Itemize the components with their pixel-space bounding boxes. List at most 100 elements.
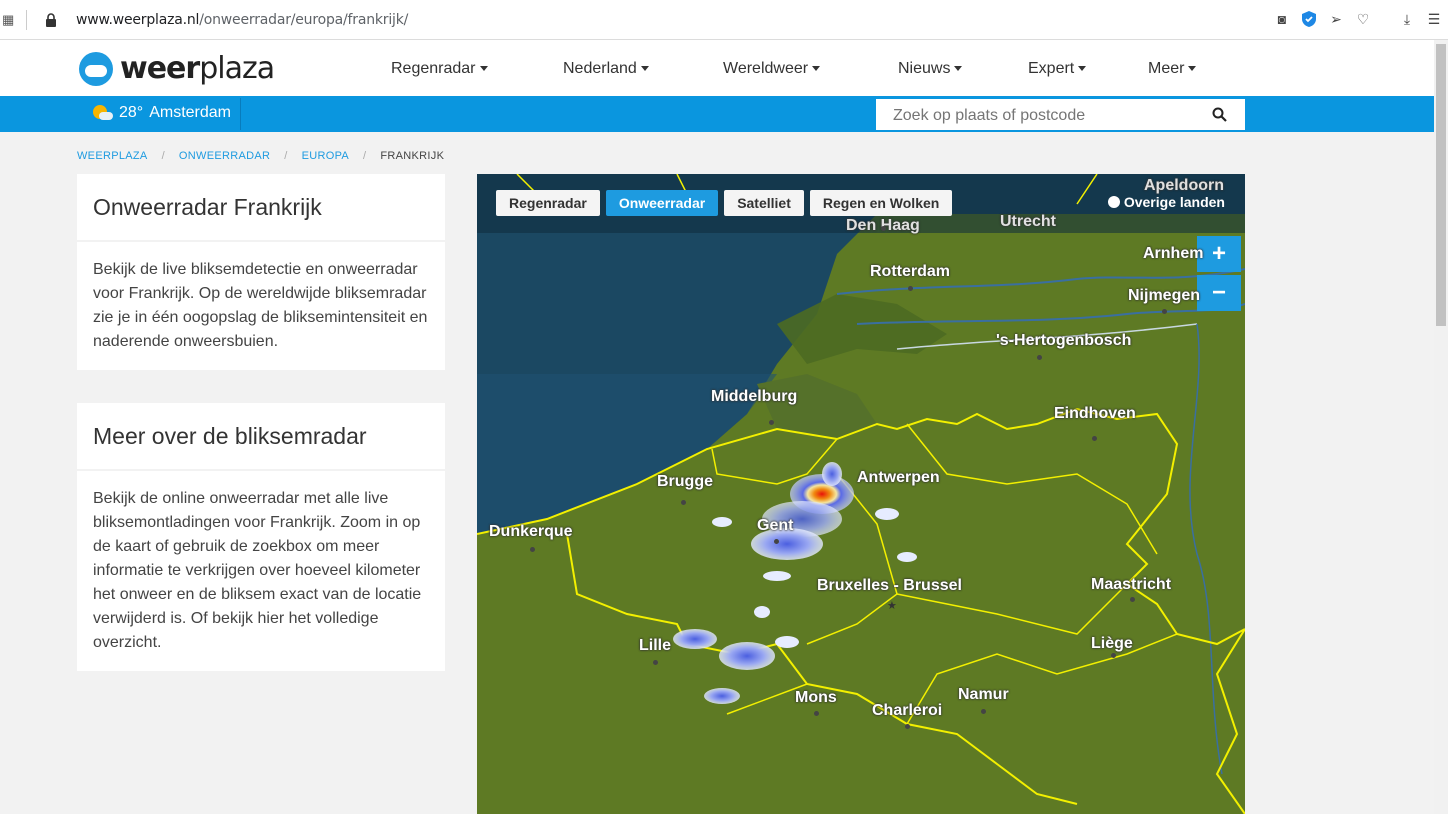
- storm-cell-small-4: [875, 508, 899, 520]
- nav-label: Nederland: [563, 60, 637, 77]
- map-layer-tabs: Regenradar Onweerradar Satelliet Regen e…: [496, 190, 953, 216]
- city-dot: [981, 709, 986, 714]
- nav-label: Regenradar: [391, 60, 476, 77]
- city-bruxelles: Bruxelles - Brussel: [817, 577, 962, 594]
- city-dot: [1037, 355, 1042, 360]
- card-body: Bekijk de online onweerradar met alle li…: [93, 490, 422, 651]
- storm-cell-small-3: [897, 552, 917, 562]
- city-charleroi: Charleroi: [872, 702, 943, 719]
- city-gent: Gent: [757, 517, 794, 534]
- tab-regenradar[interactable]: Regenradar: [496, 190, 600, 216]
- border-be-fr: [566, 533, 1078, 805]
- city-utrecht: Utrecht: [1000, 213, 1057, 230]
- lock-icon: [46, 13, 56, 27]
- current-weather[interactable]: 28° Amsterdam: [93, 104, 231, 122]
- tab-onweerradar[interactable]: Onweerradar: [605, 190, 719, 216]
- city-brugge: Brugge: [657, 473, 713, 490]
- zoom-in-button[interactable]: +: [1197, 236, 1241, 272]
- shield-icon[interactable]: [1301, 10, 1317, 28]
- info-card-onweerradar: Onweerradar Frankrijk Bekijk de live bli…: [77, 174, 445, 370]
- river-maas: [856, 303, 1245, 325]
- scrollbar-thumb[interactable]: [1436, 44, 1446, 326]
- nav-label: Expert: [1028, 60, 1075, 77]
- city-dot: [905, 724, 910, 729]
- search-box: [876, 99, 1245, 132]
- lightning-map[interactable]: Regenradar Onweerradar Satelliet Regen e…: [477, 174, 1245, 814]
- browser-toolbar: ▦ www.weerplaza.nl/onweerradar/europa/fr…: [0, 0, 1448, 40]
- weather-bar: 28° Amsterdam: [0, 96, 1434, 132]
- settings-sliders-icon[interactable]: ☰: [1426, 10, 1442, 28]
- city-dot: [814, 711, 819, 716]
- send-icon[interactable]: ➢: [1328, 10, 1344, 28]
- city-apeldoorn: Apeldoorn: [1144, 177, 1224, 194]
- city-middelburg: Middelburg: [711, 388, 798, 405]
- city-dot: [1111, 653, 1116, 658]
- city-dot: [653, 660, 658, 665]
- logo-text-bold: weer: [120, 51, 200, 86]
- city-hertogenbosch: 's-Hertogenbosch: [996, 332, 1132, 349]
- storm-cell-small-5: [775, 636, 799, 648]
- breadcrumb-frankrijk: FRANKRIJK: [380, 150, 445, 162]
- storm-cell-top: [822, 462, 842, 486]
- city-eindhoven: Eindhoven: [1054, 405, 1136, 422]
- storm-cell-small-1: [712, 517, 732, 527]
- breadcrumb-onweerradar[interactable]: ONWEERRADAR: [179, 150, 270, 162]
- camera-icon[interactable]: ◙: [1274, 10, 1290, 28]
- breadcrumb-separator: /: [284, 150, 288, 162]
- storm-cell-south: [719, 642, 775, 670]
- caret-down-icon: [1078, 66, 1087, 72]
- weerplaza-logo[interactable]: weerplaza: [79, 51, 275, 86]
- breadcrumb-europa[interactable]: EUROPA: [302, 150, 349, 162]
- storm-cell-small-2: [763, 571, 791, 581]
- logo-text-light: plaza: [199, 51, 275, 86]
- globe-icon: [1107, 196, 1120, 208]
- zoom-out-button[interactable]: −: [1197, 275, 1241, 311]
- toolbar-spacer: [1382, 10, 1388, 28]
- caret-down-icon: [954, 66, 963, 72]
- current-place: Amsterdam: [149, 104, 231, 121]
- tab-satelliet[interactable]: Satelliet: [724, 190, 804, 216]
- bar-divider: [240, 98, 241, 130]
- nav-nieuws[interactable]: Nieuws: [898, 60, 963, 78]
- storm-cell-small-7: [754, 606, 770, 618]
- city-antwerpen: Antwerpen: [857, 469, 940, 486]
- city-dot: [681, 500, 686, 505]
- search-input[interactable]: [891, 99, 1205, 132]
- address-bar[interactable]: www.weerplaza.nl/onweerradar/europa/fran…: [76, 12, 408, 28]
- city-dot: [881, 226, 886, 231]
- other-countries-link[interactable]: Overige landen: [1107, 194, 1225, 210]
- city-lille: Lille: [639, 637, 672, 654]
- logo-text: weerplaza: [120, 51, 275, 86]
- city-dot: [530, 547, 535, 552]
- breadcrumb-weerplaza[interactable]: WEERPLAZA: [77, 150, 148, 162]
- info-card-bliksemradar: Meer over de bliksemradar Bekijk de onli…: [77, 403, 445, 671]
- city-mons: Mons: [795, 689, 837, 706]
- border-province-3: [906, 423, 1158, 555]
- nav-meer[interactable]: Meer: [1148, 60, 1197, 78]
- city-dot: [1162, 309, 1167, 314]
- city-dot: [1092, 436, 1097, 441]
- partly-sunny-icon: [93, 105, 113, 121]
- nav-label: Meer: [1148, 60, 1185, 77]
- card-title: Meer over de bliksemradar: [77, 403, 445, 471]
- tab-regen-en-wolken[interactable]: Regen en Wolken: [809, 190, 953, 216]
- city-rotterdam: Rotterdam: [870, 263, 951, 280]
- nav-expert[interactable]: Expert: [1028, 60, 1087, 78]
- apps-icon[interactable]: ▦: [2, 12, 14, 28]
- card-body: Bekijk de live bliksemdetectie en onweer…: [93, 261, 428, 350]
- search-icon[interactable]: [1212, 107, 1227, 122]
- url-host: www.weerplaza.nl: [76, 12, 200, 28]
- border-province-6: [906, 633, 1178, 725]
- nav-nederland[interactable]: Nederland: [563, 60, 649, 78]
- nav-regenradar[interactable]: Regenradar: [391, 60, 488, 78]
- city-liege: Liège: [1091, 635, 1133, 652]
- page-scrollbar[interactable]: [1434, 40, 1448, 814]
- heart-icon[interactable]: ♡: [1355, 10, 1371, 28]
- download-icon[interactable]: ⤓: [1399, 10, 1415, 28]
- card-title: Onweerradar Frankrijk: [77, 174, 445, 242]
- site-header: weerplaza Regenradar Nederland Wereldwee…: [0, 40, 1448, 96]
- caret-down-icon: [812, 66, 821, 72]
- city-arnhem: Arnhem: [1143, 245, 1204, 262]
- caret-down-icon: [640, 66, 649, 72]
- nav-wereldweer[interactable]: Wereldweer: [723, 60, 821, 78]
